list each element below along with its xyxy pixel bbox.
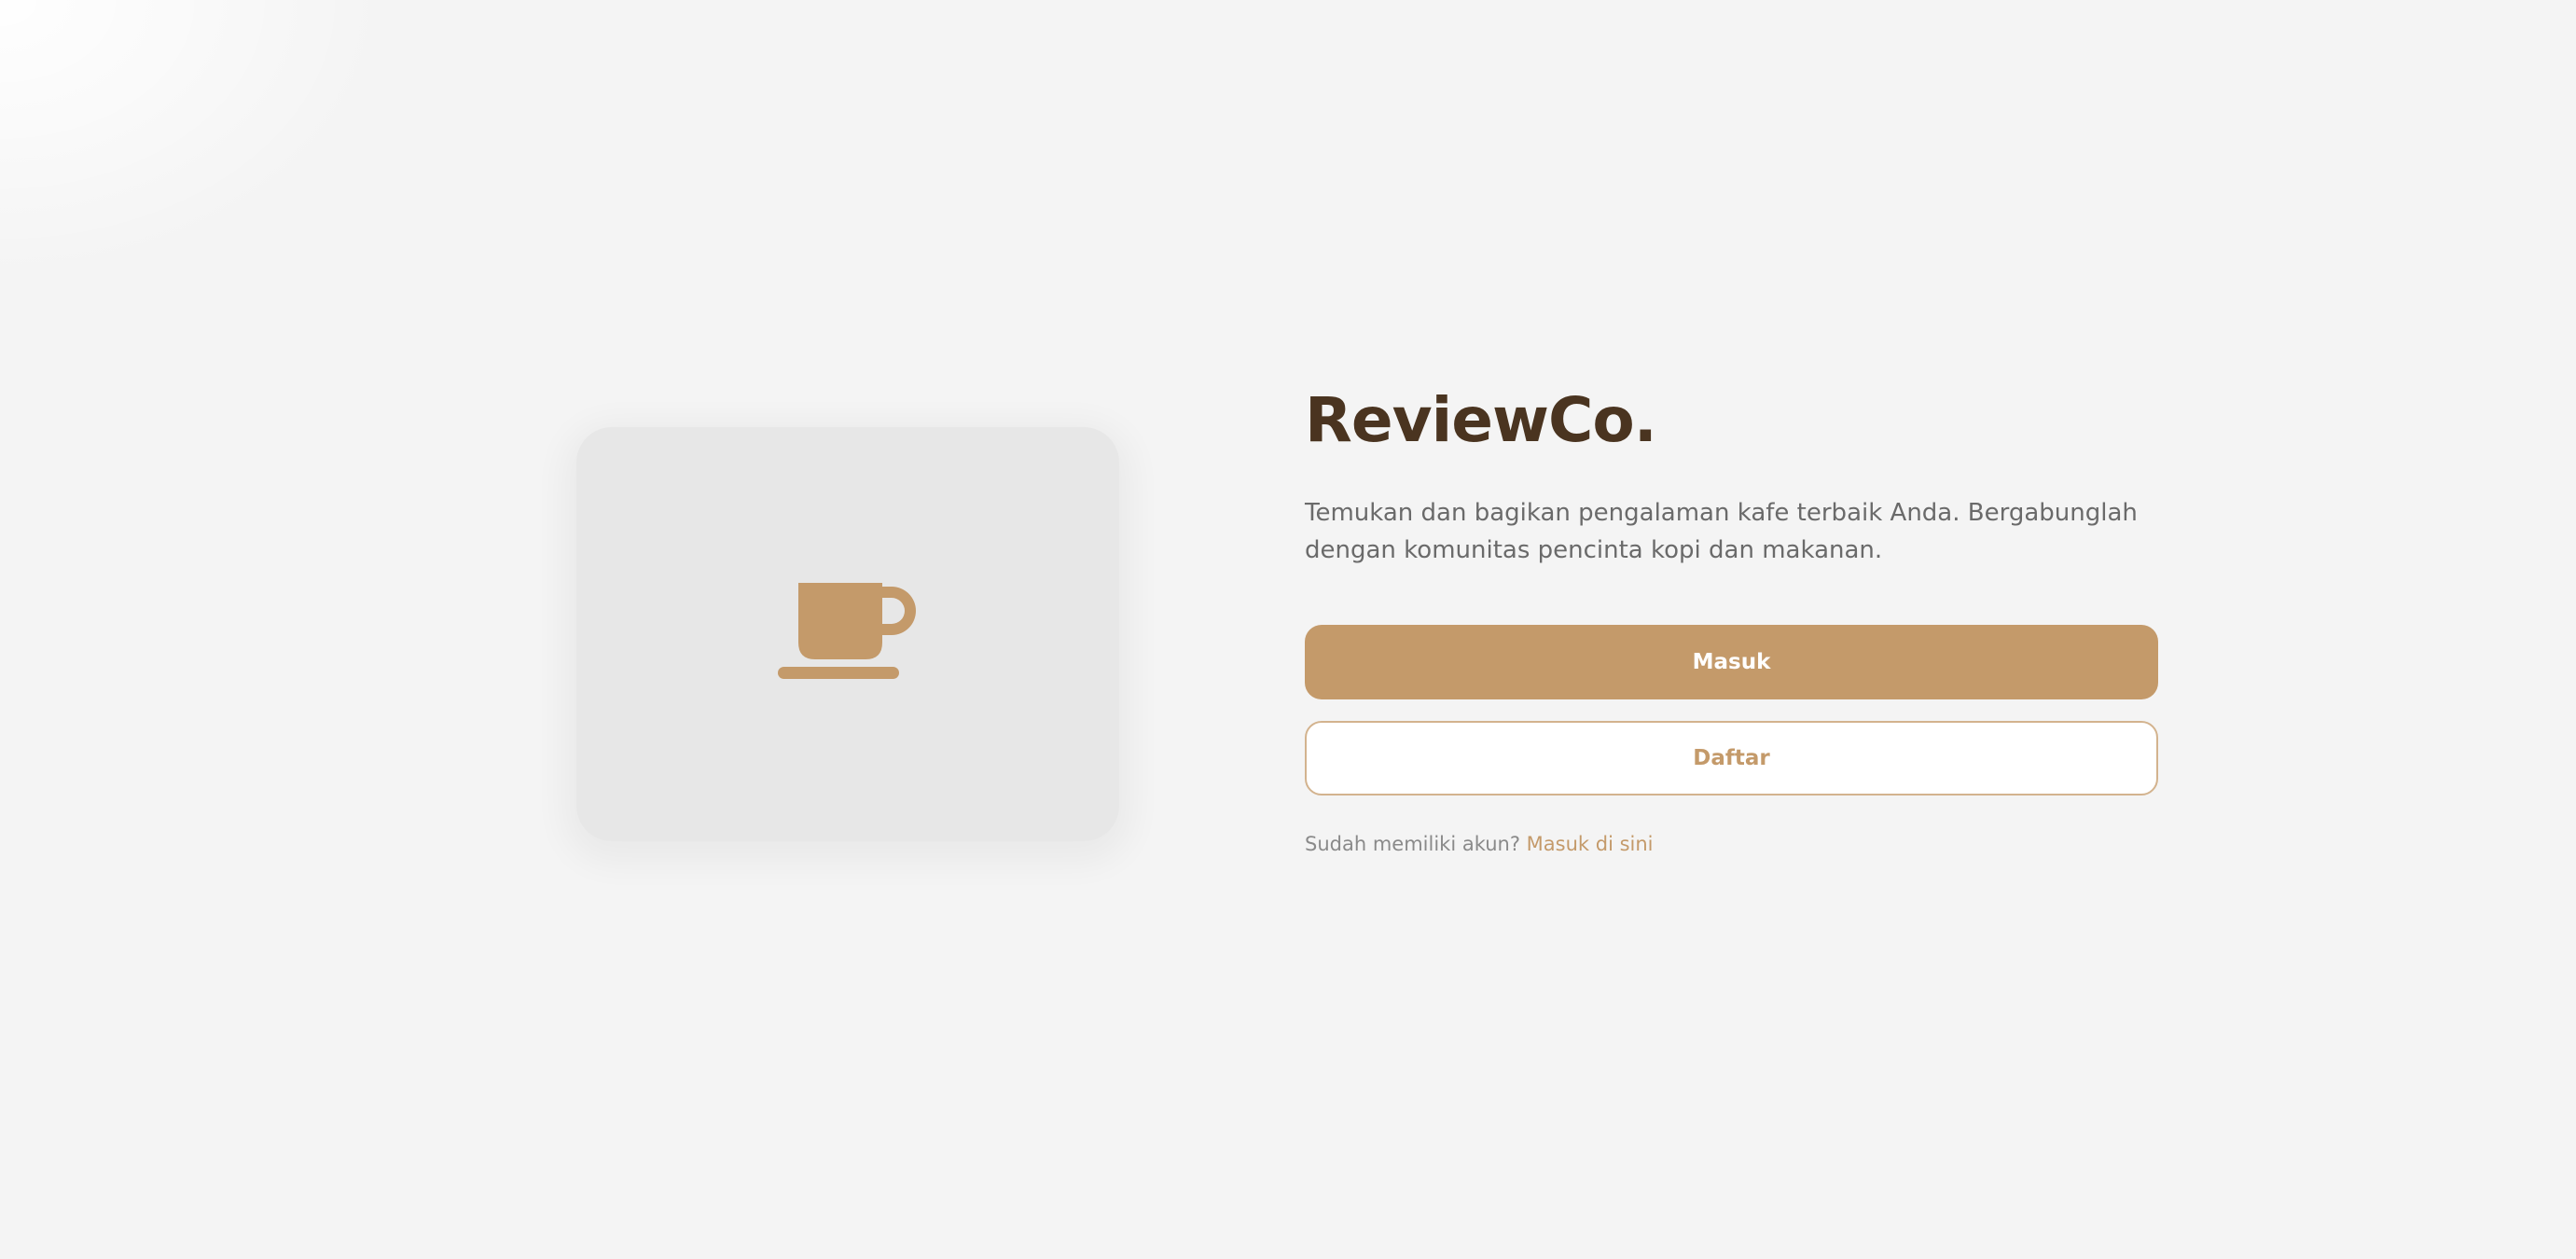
hero-image-card (576, 427, 1119, 841)
brand-description: Temukan dan bagikan pengalaman kafe terb… (1305, 499, 2138, 564)
coffee-cup-icon (778, 583, 916, 679)
login-button[interactable]: Masuk (1305, 625, 2158, 699)
login-hint-link[interactable]: Masuk di sini (1527, 833, 1654, 855)
register-button[interactable]: Daftar (1305, 721, 2158, 796)
login-hint: Sudah memiliki akun? Masuk di sini (1305, 833, 1654, 855)
login-hint-text: Sudah memiliki akun? (1305, 833, 1520, 855)
brand-title: ReviewCo. (1305, 384, 1657, 456)
landing-page: ReviewCo. Temukan dan bagikan pengalaman… (0, 0, 2576, 1259)
background-glare (0, 0, 392, 280)
